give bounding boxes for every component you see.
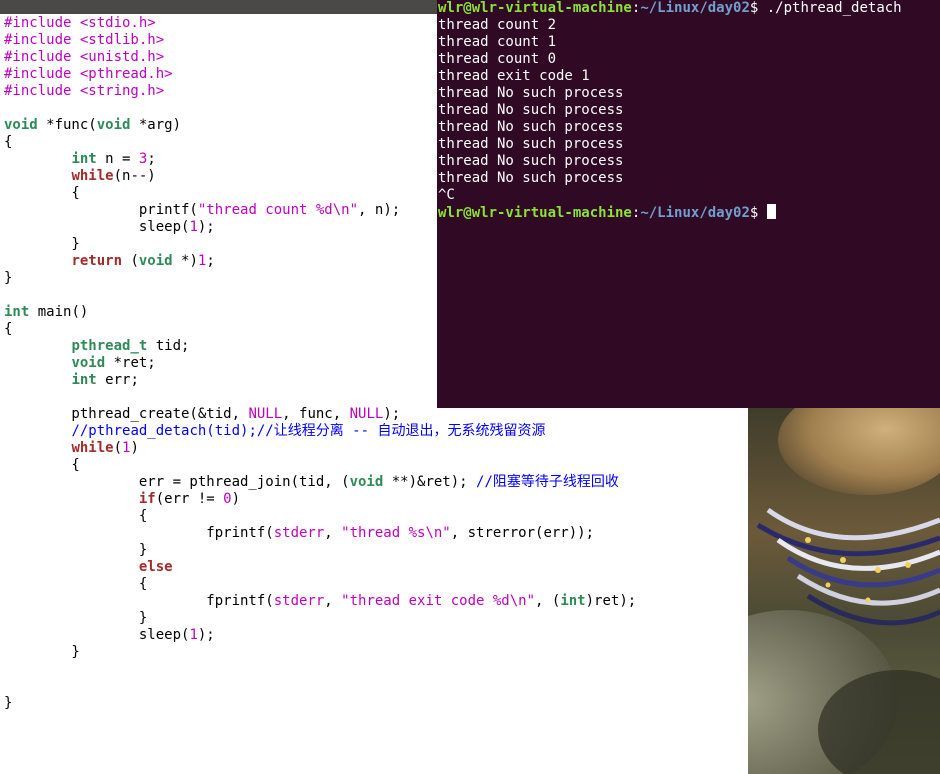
flower-wallpaper-image	[748, 400, 940, 774]
terminal-command-line: wlr@wlr-virtual-machine:~/Linux/day02$ .…	[438, 0, 902, 17]
prompt-user-host: wlr@wlr-virtual-machine	[438, 205, 632, 221]
code-line: fprintf(stderr, "thread exit code %d\n",…	[4, 593, 637, 609]
code-line: sleep(1);	[4, 627, 215, 643]
terminal-cursor	[766, 204, 776, 219]
terminal-output-line: thread count 1	[438, 34, 557, 50]
terminal-output-line: ^C	[438, 187, 455, 203]
desktop-wallpaper	[748, 400, 940, 774]
code-line: }	[4, 695, 13, 711]
prompt-dollar: $	[749, 205, 767, 221]
code-line: //pthread_detach(tid);//让线程分离 -- 自动退出，无系…	[71, 423, 546, 439]
terminal-output-line: thread No such process	[438, 102, 624, 118]
code-line: {	[4, 508, 148, 524]
terminal-command: ./pthread_detach	[766, 0, 902, 16]
terminal-window[interactable]: wlr@wlr-virtual-machine:~/Linux/day02$ .…	[437, 0, 940, 408]
code-line: pthread_create(&tid, NULL, func, NULL);	[4, 406, 401, 422]
code-line: {	[4, 576, 148, 592]
terminal-current-prompt[interactable]: wlr@wlr-virtual-machine:~/Linux/day02$	[438, 204, 902, 222]
code-line: if(err != 0)	[138, 491, 241, 507]
terminal-output-line: thread No such process	[438, 136, 624, 152]
terminal-output-line: thread No such process	[438, 119, 624, 135]
terminal-output-line: thread No such process	[438, 85, 624, 101]
code-line: }	[4, 542, 148, 558]
terminal-output-line: thread count 0	[438, 51, 557, 67]
code-line: }	[4, 610, 148, 626]
code-line: fprintf(stderr, "thread %s\n", strerror(…	[4, 525, 595, 541]
terminal-output-line: thread exit code 1	[438, 68, 590, 84]
prompt-path: ~/Linux/day02	[640, 205, 750, 221]
code-line: }	[4, 644, 80, 660]
terminal-output[interactable]: wlr@wlr-virtual-machine:~/Linux/day02$ .…	[438, 0, 902, 222]
prompt-dollar: $	[749, 0, 767, 16]
prompt-user-host: wlr@wlr-virtual-machine	[438, 0, 632, 16]
code-line: err = pthread_join(tid, (void **)&ret); …	[4, 474, 619, 490]
terminal-output-line: thread No such process	[438, 170, 624, 186]
code-line: else	[138, 559, 173, 575]
code-line: while(1)	[71, 440, 139, 456]
code-line: {	[4, 457, 80, 473]
terminal-output-line: thread No such process	[438, 153, 624, 169]
prompt-path: ~/Linux/day02	[640, 0, 750, 16]
terminal-output-line: thread count 2	[438, 17, 557, 33]
